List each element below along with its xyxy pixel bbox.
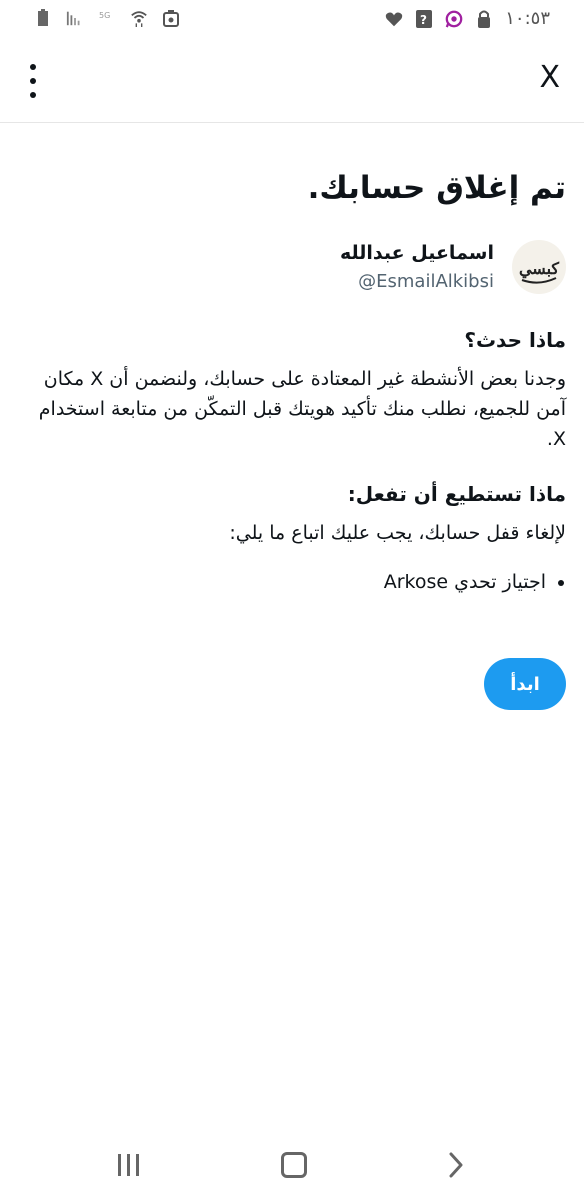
- whatsapp-icon: [445, 9, 463, 29]
- close-button[interactable]: X: [539, 60, 560, 95]
- heart-icon: [385, 9, 403, 29]
- profile-row: كبسي اسماعيل عبدالله @EsmailAlkibsi: [20, 240, 566, 304]
- system-nav-bar: [0, 1132, 584, 1200]
- profile-name: اسماعيل عبدالله: [339, 242, 494, 264]
- start-button[interactable]: ابدأ: [484, 658, 566, 710]
- main-content: تم إغلاق حسابك. كبسي اسماعيل عبدالله @Es…: [20, 122, 566, 710]
- clock: ١٠:٥٣: [505, 8, 550, 29]
- avatar: كبسي: [512, 240, 566, 294]
- what-happened-heading: ماذا حدث؟: [464, 328, 566, 352]
- question-icon: ?: [415, 9, 433, 29]
- battery-icon: [34, 8, 52, 28]
- what-you-can-do-heading: ماذا تستطيع أن تفعل:: [347, 482, 566, 506]
- profile-handle: @EsmailAlkibsi: [358, 271, 494, 292]
- what-happened-text: وجدنا بعض الأنشطة غير المعتادة على حسابك…: [38, 368, 566, 450]
- home-icon[interactable]: [281, 1152, 307, 1178]
- what-you-can-do-text: لإلغاء قفل حسابك، يجب عليك اتباع ما يلي:: [229, 522, 566, 544]
- list-item: اجتياز تحدي Arkose: [20, 568, 546, 596]
- data-5g-icon: 5G: [98, 8, 116, 28]
- svg-text:?: ?: [420, 13, 427, 27]
- svg-text:5G: 5G: [99, 11, 110, 20]
- status-bar: 5G ? ١٠:٥٣: [0, 0, 584, 38]
- more-options-icon[interactable]: [26, 64, 40, 98]
- steps-list: اجتياز تحدي Arkose: [20, 568, 566, 596]
- app-bar: X: [0, 38, 584, 123]
- recycle-icon: [162, 8, 180, 28]
- wifi-icon: [130, 8, 148, 28]
- recents-icon[interactable]: [118, 1154, 139, 1176]
- avatar-calligraphy: كبسي: [519, 259, 559, 279]
- lock-icon: [475, 9, 493, 29]
- back-icon[interactable]: [448, 1152, 464, 1182]
- page-title: تم إغلاق حسابك.: [307, 170, 566, 206]
- signal-icon: [66, 8, 84, 28]
